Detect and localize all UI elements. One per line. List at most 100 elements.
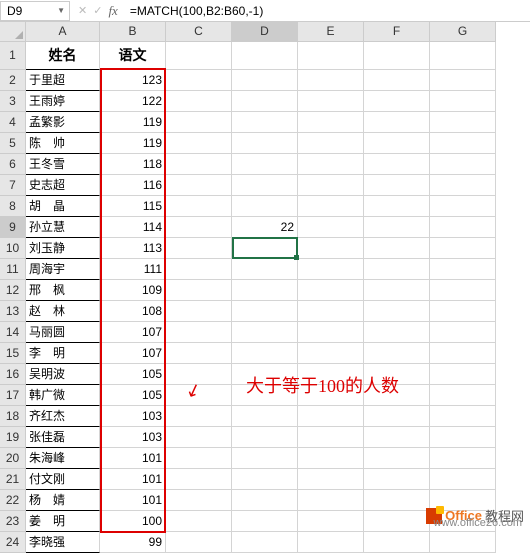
cell[interactable] [298, 427, 364, 448]
cell[interactable] [232, 42, 298, 70]
cell-name[interactable]: 周海宇 [26, 259, 100, 280]
cell-score[interactable]: 109 [100, 280, 166, 301]
cell-name[interactable]: 姜 明 [26, 511, 100, 532]
cell[interactable] [298, 343, 364, 364]
cell[interactable] [232, 364, 298, 385]
cell-score[interactable]: 99 [100, 532, 166, 553]
cell[interactable] [430, 448, 496, 469]
cell[interactable] [166, 154, 232, 175]
cell[interactable] [364, 343, 430, 364]
cell-name[interactable]: 刘玉静 [26, 238, 100, 259]
cell-name[interactable]: 孙立慧 [26, 217, 100, 238]
cell[interactable] [232, 301, 298, 322]
cell[interactable] [364, 448, 430, 469]
cell[interactable] [430, 91, 496, 112]
cell-name[interactable]: 齐红杰 [26, 406, 100, 427]
confirm-icon[interactable]: ✓ [93, 4, 102, 17]
cell[interactable] [298, 490, 364, 511]
cell[interactable] [166, 511, 232, 532]
col-header-E[interactable]: E [298, 22, 364, 42]
cell[interactable] [430, 385, 496, 406]
cell-score[interactable]: 101 [100, 469, 166, 490]
cell[interactable] [298, 532, 364, 553]
cell[interactable] [232, 196, 298, 217]
cell-name[interactable]: 胡 晶 [26, 196, 100, 217]
cell[interactable] [430, 196, 496, 217]
cell[interactable] [166, 112, 232, 133]
header-score[interactable]: 语文 [100, 42, 166, 70]
cell[interactable] [232, 322, 298, 343]
cell[interactable] [166, 427, 232, 448]
cell[interactable] [232, 406, 298, 427]
cell[interactable] [430, 532, 496, 553]
cell[interactable] [364, 322, 430, 343]
cell[interactable] [364, 406, 430, 427]
row-header-24[interactable]: 24 [0, 532, 26, 553]
cell[interactable] [430, 112, 496, 133]
row-header-4[interactable]: 4 [0, 112, 26, 133]
cell[interactable] [364, 490, 430, 511]
cell[interactable] [166, 385, 232, 406]
row-header-22[interactable]: 22 [0, 490, 26, 511]
cell[interactable] [166, 91, 232, 112]
cell[interactable] [232, 532, 298, 553]
cell[interactable] [364, 42, 430, 70]
cell-score[interactable]: 113 [100, 238, 166, 259]
cell-score[interactable]: 108 [100, 301, 166, 322]
cell-score[interactable]: 100 [100, 511, 166, 532]
cell-name[interactable]: 付文刚 [26, 469, 100, 490]
col-header-F[interactable]: F [364, 22, 430, 42]
cell[interactable] [298, 42, 364, 70]
row-header-2[interactable]: 2 [0, 70, 26, 91]
row-header-11[interactable]: 11 [0, 259, 26, 280]
cell[interactable] [166, 469, 232, 490]
cell[interactable] [364, 133, 430, 154]
row-header-18[interactable]: 18 [0, 406, 26, 427]
cell[interactable] [232, 238, 298, 259]
row-header-21[interactable]: 21 [0, 469, 26, 490]
cell[interactable] [166, 196, 232, 217]
cell[interactable] [298, 133, 364, 154]
cell[interactable] [232, 448, 298, 469]
cell[interactable] [430, 301, 496, 322]
cell[interactable] [232, 112, 298, 133]
cell[interactable] [166, 175, 232, 196]
cell[interactable] [298, 112, 364, 133]
cell[interactable] [166, 42, 232, 70]
cell[interactable] [298, 154, 364, 175]
cell[interactable] [232, 427, 298, 448]
cell[interactable] [430, 406, 496, 427]
row-header-15[interactable]: 15 [0, 343, 26, 364]
col-header-A[interactable]: A [26, 22, 100, 42]
cell[interactable] [232, 343, 298, 364]
cell[interactable] [430, 154, 496, 175]
cell-score[interactable]: 111 [100, 259, 166, 280]
row-header-5[interactable]: 5 [0, 133, 26, 154]
row-header-19[interactable]: 19 [0, 427, 26, 448]
cell[interactable] [298, 364, 364, 385]
cell-name[interactable]: 孟繁影 [26, 112, 100, 133]
row-header-6[interactable]: 6 [0, 154, 26, 175]
row-header-14[interactable]: 14 [0, 322, 26, 343]
cell[interactable] [166, 322, 232, 343]
cell[interactable] [364, 532, 430, 553]
cell[interactable] [364, 469, 430, 490]
cell[interactable] [232, 154, 298, 175]
cell[interactable] [232, 511, 298, 532]
cell[interactable] [298, 469, 364, 490]
cell[interactable] [298, 385, 364, 406]
cell-score[interactable]: 119 [100, 133, 166, 154]
cell[interactable] [298, 301, 364, 322]
cell[interactable] [430, 238, 496, 259]
cell[interactable]: 22 [232, 217, 298, 238]
row-header-10[interactable]: 10 [0, 238, 26, 259]
cell-score[interactable]: 114 [100, 217, 166, 238]
cell[interactable] [232, 70, 298, 91]
cell[interactable] [364, 364, 430, 385]
formula-input[interactable]: =MATCH(100,B2:B60,-1) [126, 1, 530, 21]
cell[interactable] [364, 196, 430, 217]
row-header-13[interactable]: 13 [0, 301, 26, 322]
cell-score[interactable]: 101 [100, 448, 166, 469]
cell-score[interactable]: 107 [100, 322, 166, 343]
cell-name[interactable]: 李 明 [26, 343, 100, 364]
